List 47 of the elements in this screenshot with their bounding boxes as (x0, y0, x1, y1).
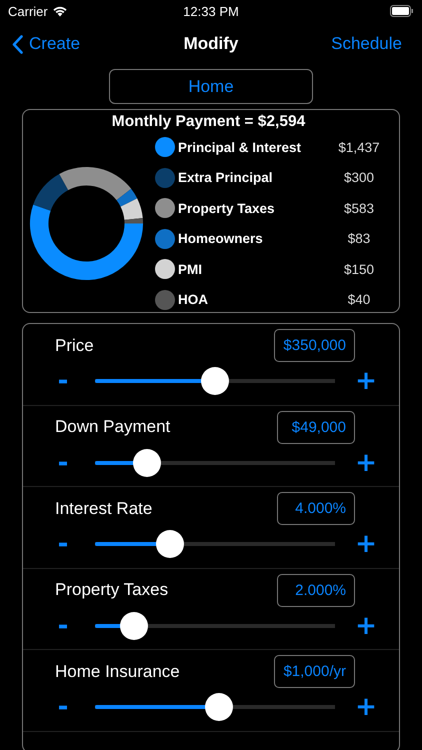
input-label: Interest Rate (55, 498, 152, 518)
value-field[interactable]: 2.000% (277, 574, 355, 606)
legend-amount: $83 (346, 231, 372, 246)
legend-label: Principal & Interest (178, 140, 302, 155)
decrement-button[interactable]: - (55, 450, 71, 476)
legend-label: Property Taxes (178, 200, 276, 216)
input-label: Property Taxes (55, 580, 168, 600)
value-field[interactable]: $49,000 (277, 410, 355, 444)
wifi-icon (52, 5, 68, 17)
back-button[interactable]: Create (12, 34, 80, 54)
increment-button[interactable]: + (355, 531, 377, 557)
legend-label: PMI (178, 262, 204, 277)
battery-icon (390, 5, 414, 17)
value-field[interactable]: 4.000% (277, 492, 355, 525)
increment-button[interactable]: + (355, 450, 377, 476)
legend-label: Homeowners (178, 231, 264, 246)
monthly-payment-title: Monthly Payment = $2,594 (110, 113, 306, 131)
slider-thumb[interactable] (156, 530, 184, 558)
increment-button[interactable]: + (355, 612, 377, 638)
slider-thumb[interactable] (205, 693, 234, 721)
increment-button[interactable]: + (355, 694, 377, 720)
decrement-button[interactable]: - (55, 694, 71, 720)
carrier-label: Carrier (8, 4, 48, 18)
increment-button[interactable]: + (355, 368, 377, 394)
schedule-button[interactable]: Schedule (331, 34, 402, 54)
back-chevron-icon (12, 34, 23, 54)
legend-amount: $40 (346, 292, 372, 308)
slider-thumb[interactable] (201, 367, 229, 395)
input-label: Home Insurance (55, 662, 180, 682)
value-field[interactable]: $1,000/yr (274, 655, 355, 688)
decrement-button[interactable]: - (55, 368, 71, 394)
profile-button[interactable]: Home (109, 69, 313, 104)
value-field[interactable]: $350,000 (274, 329, 355, 362)
slider-thumb[interactable] (120, 612, 148, 640)
legend-label: Extra Principal (178, 170, 274, 186)
legend-amount: $150 (342, 262, 376, 277)
legend-label: HOA (178, 292, 209, 308)
slider-thumb[interactable] (133, 448, 162, 476)
decrement-button[interactable]: - (55, 531, 71, 557)
screen-title: Modify (184, 34, 238, 54)
input-label: Price (55, 336, 94, 356)
input-label: Down Payment (55, 417, 170, 437)
legend-amount: $1,437 (337, 140, 381, 155)
decrement-button[interactable]: - (55, 612, 71, 638)
status-time: 12:33 PM (183, 4, 239, 18)
legend-amount: $583 (342, 200, 376, 216)
legend-amount: $300 (342, 170, 376, 186)
